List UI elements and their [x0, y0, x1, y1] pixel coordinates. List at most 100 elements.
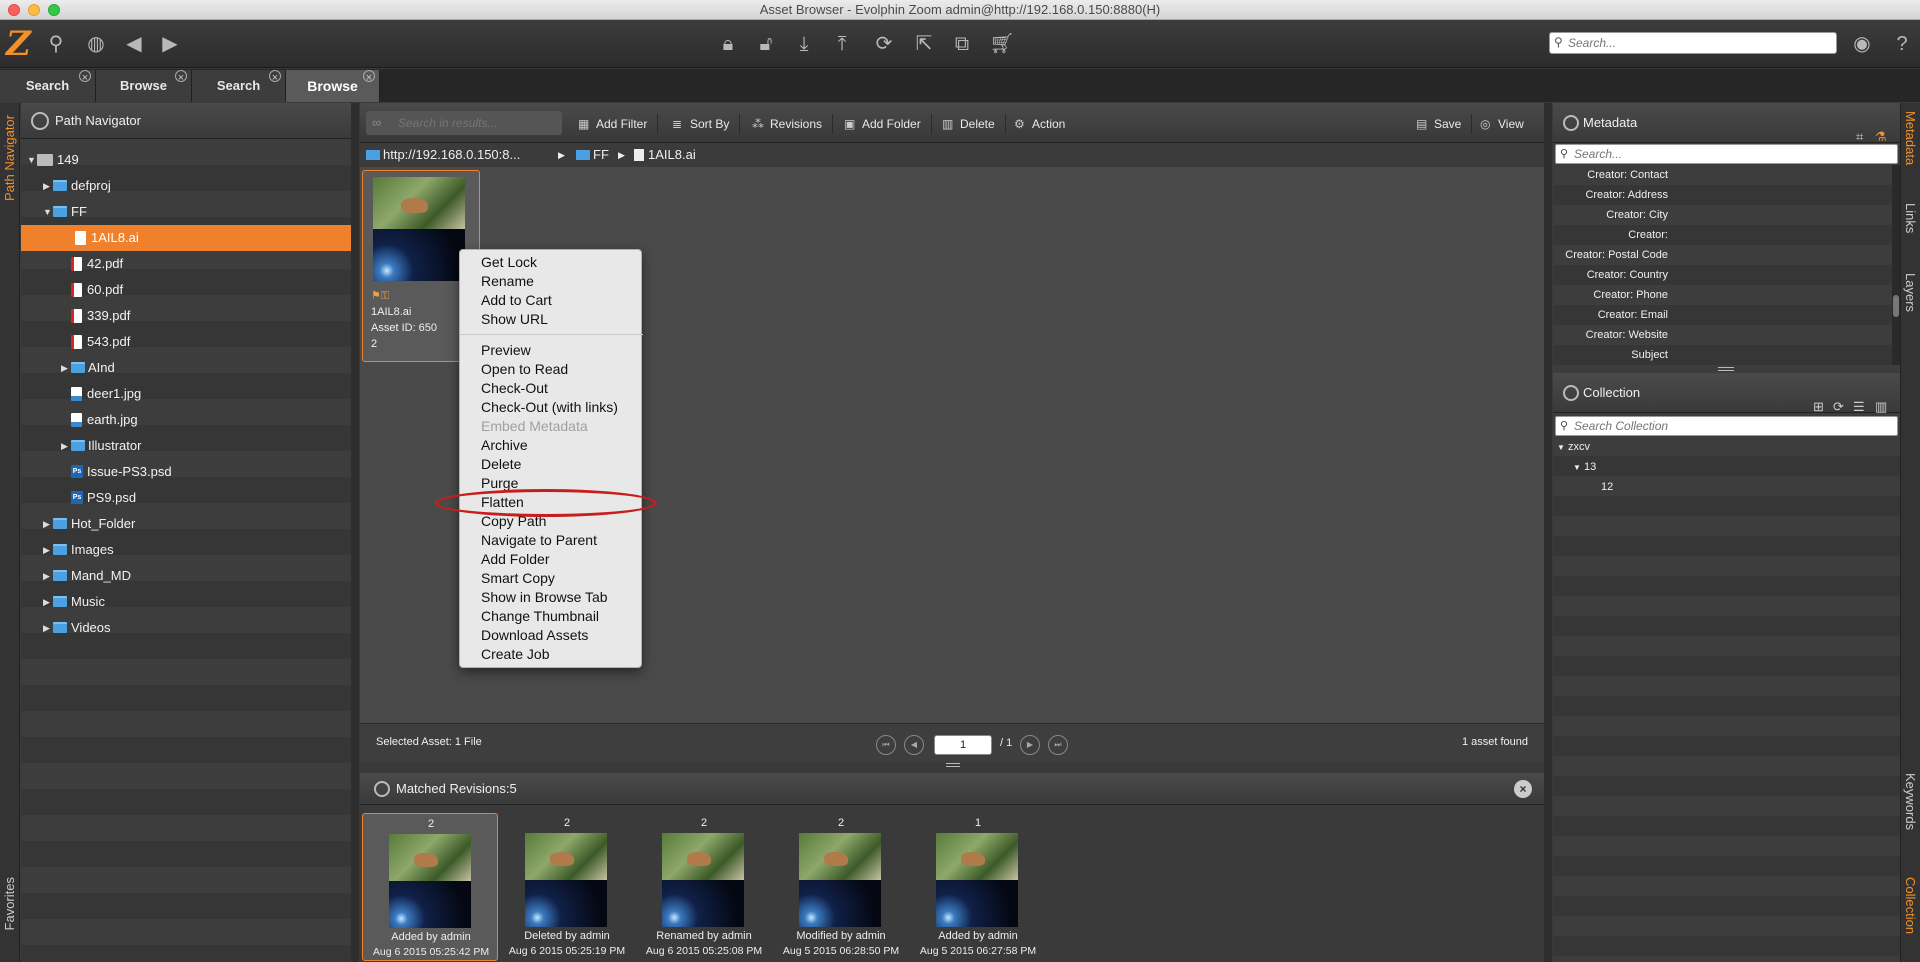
- tree-item-file-selected[interactable]: 1AIL8.ai: [21, 225, 351, 251]
- metadata-row[interactable]: Creator: Website: [1553, 325, 1892, 345]
- menu-item-navigate-to-parent[interactable]: Navigate to Parent: [481, 531, 597, 550]
- download-icon[interactable]: ⤓: [790, 30, 818, 58]
- close-icon[interactable]: ×: [363, 70, 375, 84]
- metadata-row[interactable]: Creator: Email: [1553, 305, 1892, 325]
- menu-item-rename[interactable]: Rename: [481, 272, 534, 291]
- menu-item-check-out-with-links[interactable]: Check-Out (with links): [481, 398, 618, 417]
- menu-item-change-thumbnail[interactable]: Change Thumbnail: [481, 607, 599, 626]
- tree-item-folder[interactable]: ▶ Hot_Folder: [21, 511, 351, 537]
- next-page-icon[interactable]: ▶: [1020, 735, 1040, 755]
- collapsed-arrow-icon[interactable]: ▶: [43, 173, 50, 199]
- add-filter-button[interactable]: ▦ Add Filter: [576, 114, 659, 134]
- revisions-button[interactable]: ⁂ Revisions: [750, 114, 834, 134]
- collection-search-field[interactable]: ⚲: [1555, 416, 1898, 436]
- tree-item-folder[interactable]: ▶ Videos: [21, 615, 351, 641]
- collapsed-arrow-icon[interactable]: ▶: [43, 589, 50, 615]
- tree-item-server[interactable]: ▼ 149: [21, 147, 351, 173]
- close-icon[interactable]: ×: [269, 70, 281, 84]
- collapsed-arrow-icon[interactable]: ▶: [43, 537, 50, 563]
- breadcrumb-server[interactable]: http://192.168.0.150:8...: [366, 143, 520, 167]
- metadata-row[interactable]: Creator:: [1553, 225, 1892, 245]
- metadata-row[interactable]: Creator: Country: [1553, 265, 1892, 285]
- window-minimize-button[interactable]: [28, 4, 40, 16]
- revision-card[interactable]: 2 Renamed by admin Aug 6 2015 05:25:08 P…: [636, 813, 772, 961]
- metadata-row[interactable]: Creator: City: [1553, 205, 1892, 225]
- collection-item[interactable]: ▼ 13: [1573, 457, 1596, 477]
- expanded-arrow-icon[interactable]: ▼: [27, 147, 36, 173]
- add-folder-button[interactable]: ▣ Add Folder: [842, 114, 932, 134]
- window-maximize-button[interactable]: [48, 4, 60, 16]
- collection-item[interactable]: 12: [1601, 477, 1613, 497]
- menu-item-smart-copy[interactable]: Smart Copy: [481, 569, 555, 588]
- menu-item-show-url[interactable]: Show URL: [481, 310, 548, 329]
- tree-item-folder[interactable]: ▼ FF: [21, 199, 351, 225]
- menu-item-show-in-browse-tab[interactable]: Show in Browse Tab: [481, 588, 608, 607]
- cart-icon[interactable]: 🛒︎: [988, 30, 1016, 58]
- metadata-row[interactable]: Creator: Address: [1553, 185, 1892, 205]
- upload-icon[interactable]: ⤒: [828, 30, 856, 58]
- tab-search-2[interactable]: Search ×: [192, 70, 286, 102]
- collapsed-arrow-icon[interactable]: ▶: [43, 511, 50, 537]
- tab-browse-active[interactable]: Browse ×: [286, 70, 380, 102]
- save-button[interactable]: ▤ Save: [1414, 114, 1473, 134]
- lock-icon[interactable]: 🔒︎: [714, 30, 742, 58]
- tree-item-file[interactable]: earth.jpg: [21, 407, 351, 433]
- metadata-row[interactable]: Creator: Postal Code: [1553, 245, 1892, 265]
- tree-item-file[interactable]: 42.pdf: [21, 251, 351, 277]
- view-button[interactable]: ◎ View: [1478, 114, 1534, 134]
- favorites-rail-tab[interactable]: Favorites: [2, 877, 17, 930]
- tree-item-file[interactable]: 60.pdf: [21, 277, 351, 303]
- tree-item-file[interactable]: 543.pdf: [21, 329, 351, 355]
- collection-rail-tab[interactable]: Collection: [1903, 877, 1918, 934]
- collection-item[interactable]: ▼ zxcv: [1557, 437, 1590, 457]
- expanded-arrow-icon[interactable]: ▼: [43, 199, 52, 225]
- revision-card[interactable]: 2 Added by admin Aug 6 2015 05:25:42 PM: [362, 813, 498, 961]
- revision-card[interactable]: 2 Modified by admin Aug 5 2015 06:28:50 …: [773, 813, 909, 961]
- back-arrow-icon[interactable]: ◀: [120, 30, 148, 58]
- metadata-row[interactable]: Creator: Contact: [1553, 165, 1892, 185]
- expanded-arrow-icon[interactable]: ▼: [1557, 443, 1565, 452]
- menu-item-add-to-cart[interactable]: Add to Cart: [481, 291, 552, 310]
- help-icon[interactable]: ?: [1888, 30, 1916, 58]
- tree-item-folder[interactable]: ▶ AInd: [21, 355, 351, 381]
- collapsed-arrow-icon[interactable]: ▶: [43, 615, 50, 641]
- user-icon[interactable]: ◉: [1848, 30, 1876, 58]
- results-search-input[interactable]: [366, 111, 562, 135]
- tree-item-folder[interactable]: ▶ Images: [21, 537, 351, 563]
- search-icon[interactable]: ⚲: [42, 30, 70, 58]
- unlock-icon[interactable]: 🔓︎: [752, 30, 780, 58]
- tab-browse-1[interactable]: Browse ×: [96, 70, 192, 102]
- prev-page-icon[interactable]: ◀: [904, 735, 924, 755]
- global-search-input[interactable]: [1550, 33, 1836, 53]
- tree-item-folder[interactable]: ▶ Illustrator: [21, 433, 351, 459]
- share-icon[interactable]: ⇱: [910, 30, 938, 58]
- close-icon[interactable]: ×: [79, 70, 91, 84]
- tree-item-folder[interactable]: ▶ defproj: [21, 173, 351, 199]
- path-navigator-rail-tab[interactable]: Path Navigator: [2, 115, 17, 201]
- delete-button[interactable]: ▥ Delete: [940, 114, 1006, 134]
- left-splitter[interactable]: [351, 103, 359, 962]
- first-page-icon[interactable]: ⏮: [876, 735, 896, 755]
- links-rail-tab[interactable]: Links: [1903, 203, 1918, 233]
- layers-rail-tab[interactable]: Layers: [1903, 273, 1918, 312]
- revision-card[interactable]: 1 Added by admin Aug 5 2015 06:27:58 PM: [910, 813, 1046, 961]
- tree-item-folder[interactable]: ▶ Mand_MD: [21, 563, 351, 589]
- forward-arrow-icon[interactable]: ▶: [156, 30, 184, 58]
- results-search-field[interactable]: ∞: [366, 111, 562, 135]
- metadata-search-input[interactable]: [1556, 145, 1897, 163]
- tab-search-1[interactable]: Search ×: [0, 70, 96, 102]
- tree-item-file[interactable]: Ps PS9.psd: [21, 485, 351, 511]
- action-button[interactable]: ⚙ Action: [1012, 114, 1075, 134]
- tree-item-folder[interactable]: ▶ Music: [21, 589, 351, 615]
- menu-item-check-out[interactable]: Check-Out: [481, 379, 548, 398]
- menu-item-create-job[interactable]: Create Job: [481, 645, 549, 664]
- menu-item-download-assets[interactable]: Download Assets: [481, 626, 588, 645]
- tree-item-file[interactable]: deer1.jpg: [21, 381, 351, 407]
- menu-item-delete[interactable]: Delete: [481, 455, 521, 474]
- close-icon[interactable]: ×: [175, 70, 187, 84]
- resize-grip-icon[interactable]: [946, 763, 960, 771]
- menu-item-preview[interactable]: Preview: [481, 341, 531, 360]
- right-splitter[interactable]: [1544, 103, 1552, 962]
- window-close-button[interactable]: [8, 4, 20, 16]
- menu-item-open-to-read[interactable]: Open to Read: [481, 360, 568, 379]
